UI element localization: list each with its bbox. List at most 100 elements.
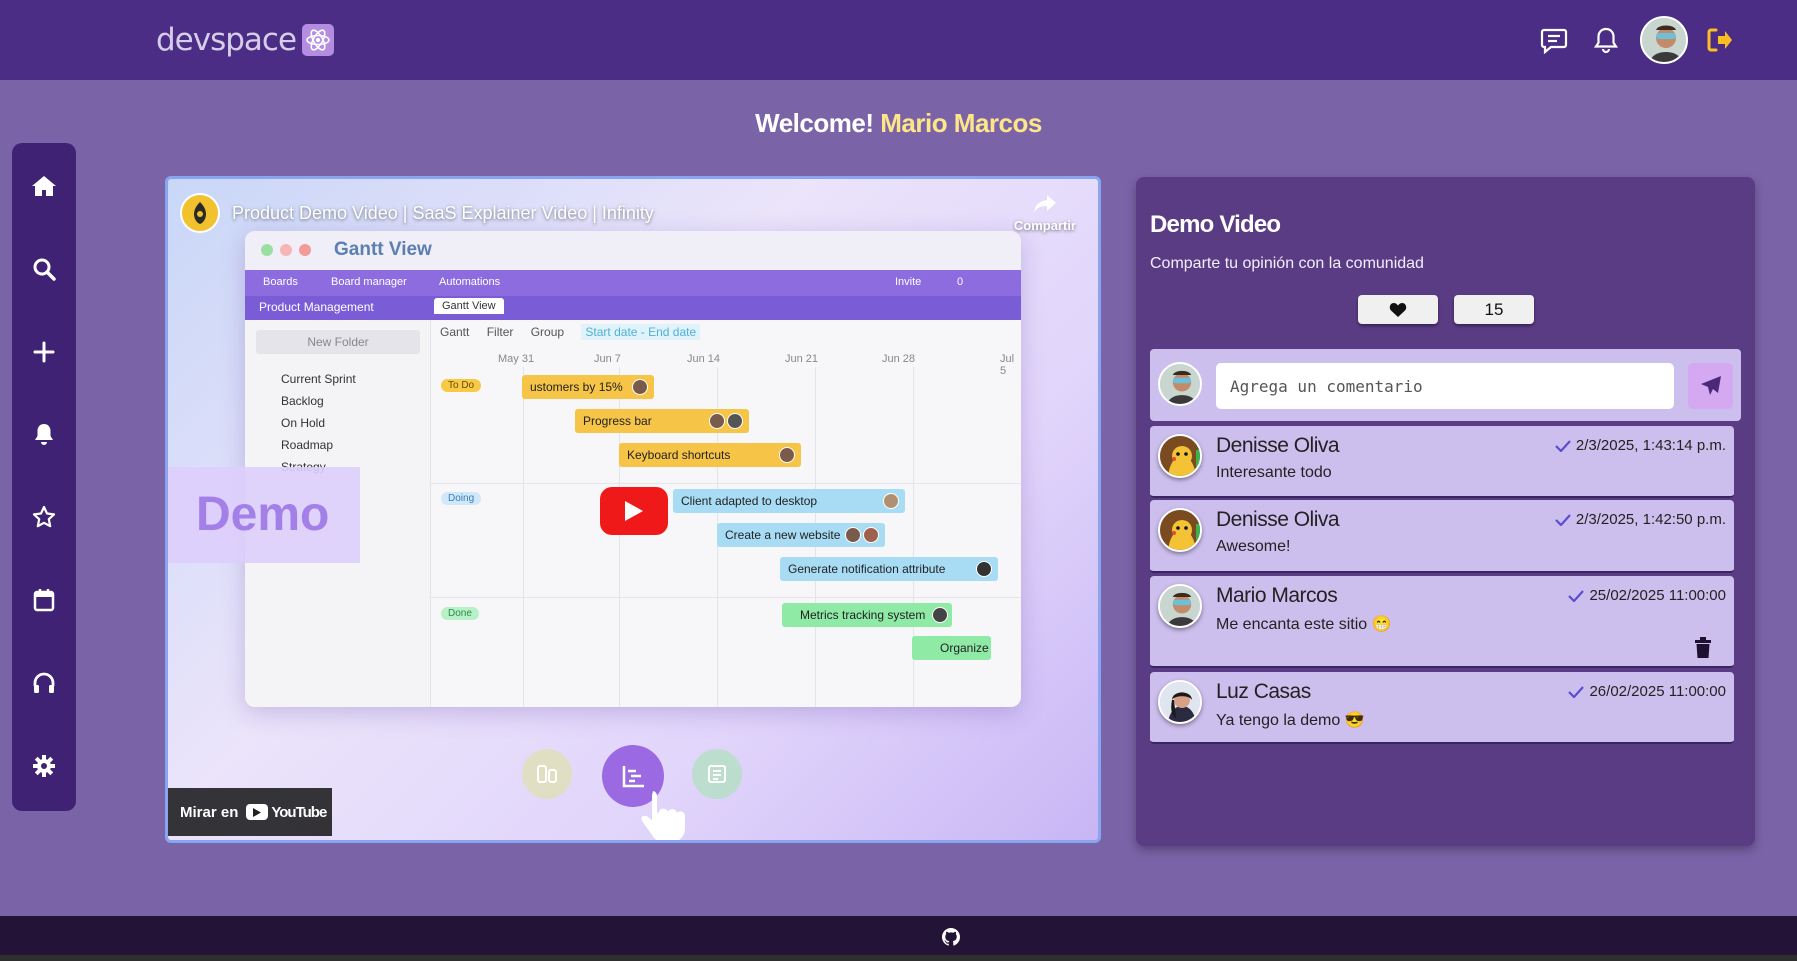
- share-icon: [1033, 195, 1056, 213]
- gantt-task-bar: Progress bar: [575, 409, 749, 433]
- gantt-filter: Group: [530, 325, 565, 339]
- footer: [0, 916, 1797, 961]
- user-avatar: [1158, 584, 1202, 628]
- youtube-play-icon: [246, 804, 269, 820]
- comment-date-text: 26/02/2025 11:00:00: [1589, 683, 1726, 700]
- headphones-icon[interactable]: [12, 663, 76, 703]
- share-label: Compartir: [1013, 218, 1076, 233]
- logo-text: devspace: [156, 22, 297, 58]
- gantt-task-label: Keyboard shortcuts: [627, 448, 731, 462]
- comment-date-text: 2/3/2025, 1:42:50 p.m.: [1575, 511, 1726, 528]
- task-avatar: [863, 527, 879, 543]
- comment-item: Denisse Oliva 2/3/2025, 1:42:50 p.m. Awe…: [1150, 500, 1734, 573]
- video-title[interactable]: Product Demo Video | SaaS Explainer Vide…: [232, 203, 654, 224]
- task-avatar: [883, 493, 899, 509]
- logo[interactable]: devspace: [156, 22, 335, 58]
- video-player[interactable]: Gantt View Boards Board manager Automati…: [165, 176, 1101, 843]
- gantt-task-bar: Create a new website: [717, 523, 885, 547]
- gantt-toolbar-boards: Boards: [263, 276, 298, 288]
- comment-input[interactable]: [1216, 363, 1674, 409]
- comment-item: Mario Marcos 25/02/2025 11:00:00 Me enca…: [1150, 576, 1734, 668]
- gantt-date: Jul 5: [1000, 353, 1015, 377]
- folder-item: On Hold: [281, 416, 326, 430]
- grid-line: [431, 483, 1021, 484]
- comments-panel: Demo Video Comparte tu opinión con la co…: [1136, 177, 1755, 846]
- gantt-task-label: Create a new website: [725, 528, 841, 542]
- gantt-toolbar-board-manager: Board manager: [331, 276, 407, 288]
- search-icon[interactable]: [12, 249, 76, 289]
- sidebar: [12, 143, 76, 811]
- check-icon: [1568, 685, 1585, 698]
- watch-on-label: Mirar en: [180, 803, 239, 821]
- comment-item: Luz Casas 26/02/2025 11:00:00 Ya tengo l…: [1150, 672, 1734, 744]
- folder-item: Roadmap: [281, 438, 334, 452]
- user-avatar[interactable]: [1640, 16, 1688, 64]
- task-avatar: [976, 561, 992, 577]
- star-icon[interactable]: [12, 497, 76, 537]
- bell-icon[interactable]: [1588, 22, 1624, 58]
- footer-divider: [0, 955, 1797, 961]
- channel-avatar[interactable]: [180, 193, 220, 233]
- play-icon: [625, 501, 643, 521]
- grid-line: [523, 367, 524, 707]
- gantt-filter: Filter: [486, 325, 514, 339]
- gantt-date: Jun 21: [785, 353, 819, 365]
- logout-icon[interactable]: [1702, 22, 1738, 58]
- check-icon: [1568, 589, 1585, 602]
- gantt-toolbar: Boards Board manager Automations Invite …: [245, 270, 1021, 296]
- welcome-heading: Welcome! Mario Marcos: [0, 108, 1797, 139]
- comment-author: Denisse Oliva: [1216, 434, 1340, 457]
- gantt-filters: Gantt Filter Group Start date - End date: [440, 324, 714, 340]
- gantt-date: Jun 28: [882, 353, 916, 365]
- chat-icon[interactable]: [1536, 22, 1572, 58]
- gantt-task-bar: Organize: [912, 636, 991, 660]
- gantt-task-label: Organize: [940, 641, 989, 655]
- status-tag: To Do: [441, 379, 482, 392]
- task-avatar: [727, 413, 743, 429]
- pikachu-avatar: [1158, 434, 1202, 478]
- trash-icon[interactable]: [1692, 636, 1714, 660]
- gantt-date: Jun 14: [687, 353, 721, 365]
- gantt-filter: Start date - End date: [581, 324, 701, 340]
- gantt-task-label: Generate notification attribute: [788, 562, 946, 576]
- gear-icon[interactable]: [12, 746, 76, 786]
- pikachu-avatar: [1158, 508, 1202, 552]
- bell-icon[interactable]: [12, 414, 76, 454]
- comment-author: Denisse Oliva: [1216, 508, 1340, 531]
- panel-subtitle: Comparte tu opinión con la comunidad: [1150, 255, 1424, 272]
- woman-avatar: [1158, 680, 1202, 724]
- task-avatar: [632, 379, 648, 395]
- youtube-wordmark: YouTube: [271, 803, 327, 821]
- share-button[interactable]: Compartir: [1014, 193, 1076, 233]
- user-avatar: [1158, 362, 1202, 406]
- calendar-icon[interactable]: [12, 580, 76, 620]
- layout-icon: [522, 749, 572, 799]
- send-icon: [1700, 376, 1721, 395]
- gantt-task-bar: Generate notification attribute: [780, 557, 998, 581]
- gantt-task-label: Progress bar: [583, 414, 652, 428]
- like-button[interactable]: [1358, 295, 1438, 324]
- list-icon: [692, 749, 742, 799]
- gantt-filter: Gantt: [440, 325, 470, 339]
- gantt-date: Jun 7: [594, 353, 621, 365]
- folder-item: Current Sprint: [281, 372, 356, 386]
- folder-item: Backlog: [281, 394, 324, 408]
- gantt-task-label: Metrics tracking system: [800, 608, 926, 622]
- hand-cursor-icon: [636, 785, 694, 840]
- watch-on-youtube-button[interactable]: Mirar en YouTube: [168, 788, 332, 836]
- comment-date: 2/3/2025, 1:43:14 p.m.: [1555, 437, 1726, 454]
- demo-overlay-word: Demo: [168, 467, 360, 563]
- window-dots: [261, 244, 311, 256]
- github-icon[interactable]: [940, 926, 962, 948]
- task-avatar: [709, 413, 725, 429]
- comment-text: Interesante todo: [1216, 464, 1332, 481]
- gantt-subbar: Product Management Gantt View: [245, 296, 1021, 320]
- gantt-task-label: Client adapted to desktop: [681, 494, 818, 508]
- top-header: devspace: [0, 0, 1797, 80]
- grid-line: [431, 597, 1021, 598]
- comment-date: 2/3/2025, 1:42:50 p.m.: [1555, 511, 1726, 528]
- play-button[interactable]: [600, 487, 668, 535]
- send-comment-button[interactable]: [1688, 363, 1733, 409]
- plus-icon[interactable]: [12, 332, 76, 372]
- home-icon[interactable]: [12, 166, 76, 206]
